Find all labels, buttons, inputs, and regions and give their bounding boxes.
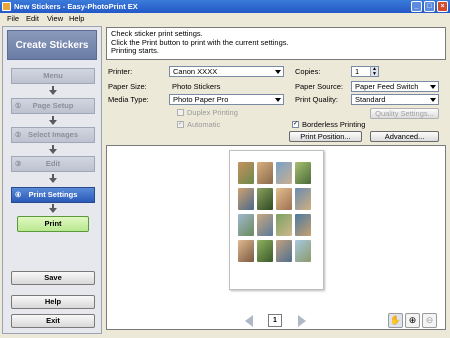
print-position-button[interactable]: Print Position... [289, 131, 362, 142]
zoom-in-icon[interactable]: ⊕ [405, 313, 420, 328]
window-title: New Stickers - Easy-PhotoPrint EX [14, 2, 138, 11]
printer-select[interactable]: Canon XXXX [169, 66, 284, 77]
print-quality-select[interactable]: Standard [351, 94, 439, 105]
menu-edit[interactable]: Edit [26, 14, 39, 23]
menu-file[interactable]: File [7, 14, 19, 23]
duplex-checkbox[interactable] [177, 109, 184, 116]
main-panel: Check sticker print settings. Click the … [104, 26, 448, 336]
sticker-image [276, 214, 292, 236]
chevron-down-icon [428, 95, 438, 104]
minimize-button[interactable]: _ [411, 1, 422, 12]
preview-area [106, 145, 446, 330]
sticker-sheet-preview [229, 150, 324, 290]
zoom-out-icon[interactable]: ⊖ [422, 313, 437, 328]
step-number: ① [15, 103, 22, 110]
advanced-button[interactable]: Advanced... [370, 131, 439, 142]
print-quality-value: Standard [355, 95, 386, 104]
step-print-settings-label: Print Settings [28, 190, 78, 199]
printer-value: Canon XXXX [173, 67, 218, 76]
hand-tool-icon[interactable]: ✋ [388, 313, 403, 328]
sticker-image [295, 162, 311, 184]
sidebar-title: Create Stickers [7, 30, 97, 60]
paper-source-value: Paper Feed Switch [355, 82, 419, 91]
menu-bar: File Edit View Help [0, 13, 450, 24]
paper-size-label: Paper Size: [108, 82, 147, 91]
print-button[interactable]: Print [17, 216, 89, 232]
instructions-box: Check sticker print settings. Click the … [106, 27, 446, 60]
media-type-select[interactable]: Photo Paper Pro [169, 94, 284, 105]
sticker-image [238, 240, 254, 262]
step-select-images[interactable]: ② Select Images [11, 127, 95, 143]
borderless-label: Borderless Printing [302, 120, 366, 129]
paper-source-label: Paper Source: [295, 82, 343, 91]
sticker-image [238, 214, 254, 236]
sticker-image [257, 162, 273, 184]
maximize-button[interactable]: □ [424, 1, 435, 12]
step-number: ④ [15, 192, 22, 199]
sticker-image [276, 240, 292, 262]
exit-button[interactable]: Exit [11, 314, 95, 328]
automatic-checkbox[interactable]: ✓ [177, 121, 184, 128]
copies-label: Copies: [295, 67, 321, 76]
step-edit[interactable]: ③ Edit [11, 156, 95, 172]
copies-value: 1 [355, 67, 360, 76]
chevron-down-icon [273, 95, 283, 104]
paper-size-value: Photo Stickers [172, 82, 221, 91]
step-number: ② [15, 132, 22, 139]
borderless-checkbox[interactable]: ✓ [292, 121, 299, 128]
quality-settings-button[interactable]: Quality Settings... [370, 108, 439, 119]
menu-view[interactable]: View [47, 14, 63, 23]
step-select-images-label: Select Images [27, 130, 79, 139]
step-print-settings[interactable]: ④ Print Settings [11, 187, 95, 203]
automatic-label: Automatic [187, 120, 221, 129]
down-arrow-icon [49, 116, 57, 125]
chevron-down-icon [428, 82, 438, 91]
step-menu[interactable]: Menu [11, 68, 95, 84]
copies-stepper[interactable]: 1 ▲ ▼ [351, 66, 379, 77]
down-arrow-icon [49, 145, 57, 154]
sticker-image [295, 240, 311, 262]
sticker-image [295, 214, 311, 236]
sticker-image [257, 214, 273, 236]
instruction-line: Printing starts. [111, 46, 159, 55]
print-quality-label: Print Quality: [295, 95, 338, 104]
print-settings-panel: Printer: Canon XXXX Paper Size: Photo St… [104, 62, 448, 142]
close-button[interactable]: × [437, 1, 448, 12]
menu-help[interactable]: Help [69, 14, 84, 23]
next-page-icon[interactable] [298, 315, 306, 327]
chevron-down-icon [273, 67, 283, 76]
help-button[interactable]: Help [11, 295, 95, 309]
down-arrow-icon [49, 86, 57, 95]
media-type-value: Photo Paper Pro [173, 95, 229, 104]
step-page-setup-label: Page Setup [32, 101, 74, 110]
step-menu-label: Menu [43, 71, 63, 80]
previous-page-icon[interactable] [245, 315, 253, 327]
save-button[interactable]: Save [11, 271, 95, 285]
media-type-label: Media Type: [108, 95, 149, 104]
down-arrow-icon [49, 174, 57, 183]
sticker-image [238, 162, 254, 184]
sticker-image [238, 188, 254, 210]
printer-label: Printer: [108, 67, 133, 76]
preview-navigation: 1 ✋ ⊕ ⊖ [106, 312, 446, 330]
step-edit-label: Edit [45, 159, 61, 168]
spin-arrows-icon[interactable]: ▲ ▼ [370, 67, 378, 76]
app-icon [2, 2, 11, 11]
page-number: 1 [268, 314, 282, 327]
sidebar: Create Stickers Menu ① Page Setup ② Sele… [2, 26, 102, 334]
step-number: ③ [15, 161, 22, 168]
sticker-image [257, 188, 273, 210]
down-arrow-icon [49, 204, 57, 213]
step-page-setup[interactable]: ① Page Setup [11, 98, 95, 114]
duplex-label: Duplex Printing [187, 108, 238, 117]
sticker-image [295, 188, 311, 210]
sticker-image [276, 162, 292, 184]
instruction-line: Click the Print button to print with the… [111, 37, 289, 47]
sticker-image [276, 188, 292, 210]
title-bar: New Stickers - Easy-PhotoPrint EX _ □ × [0, 0, 450, 13]
paper-source-select[interactable]: Paper Feed Switch [351, 81, 439, 92]
sticker-image [257, 240, 273, 262]
